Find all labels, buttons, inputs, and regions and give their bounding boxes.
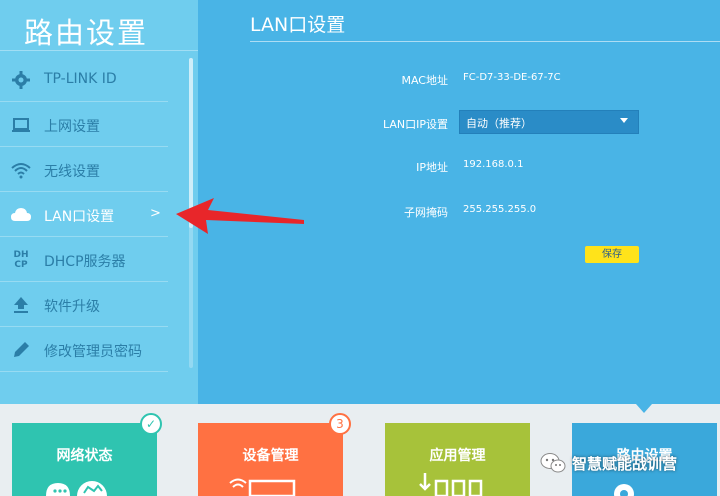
sidebar-item-label: DHCP服务器 bbox=[44, 254, 126, 270]
tile-label: 应用管理 bbox=[429, 448, 486, 464]
sidebar-item-upgrade[interactable]: 软件升级 bbox=[0, 283, 168, 327]
chevron-down-icon bbox=[620, 118, 628, 123]
red-arrow-annotation bbox=[176, 198, 304, 234]
sidebar-item-internet[interactable]: 上网设置 bbox=[0, 103, 168, 147]
device-count-badge: 3 bbox=[329, 413, 351, 435]
sidebar-item-label: TP-LINK ID bbox=[44, 71, 117, 87]
sidebar-item-password[interactable]: 修改管理员密码 bbox=[0, 328, 168, 372]
sidebar: 路由设置 TP-LINK ID 上网设置 无线设置 LAN口设置 > DH CP… bbox=[0, 0, 198, 404]
upload-icon bbox=[10, 294, 32, 316]
check-icon: ✓ bbox=[140, 413, 162, 435]
watermark-text: 智慧赋能战训营 bbox=[572, 454, 678, 473]
ip-value: 192.168.0.1 bbox=[463, 159, 524, 170]
cloud-icon bbox=[10, 204, 32, 226]
dhcp-icon-text: DH CP bbox=[13, 250, 29, 270]
sidebar-item-label: 上网设置 bbox=[44, 119, 100, 135]
save-button[interactable]: 保存 bbox=[585, 246, 639, 263]
dhcp-icon: DH CP bbox=[10, 249, 32, 271]
sidebar-item-dhcp[interactable]: DH CP DHCP服务器 bbox=[0, 238, 168, 282]
sidebar-item-label: LAN口设置 bbox=[44, 209, 115, 225]
sidebar-item-label: 无线设置 bbox=[44, 164, 100, 180]
gear-icon bbox=[10, 69, 32, 91]
sidebar-item-wireless[interactable]: 无线设置 bbox=[0, 148, 168, 192]
sidebar-item-lan[interactable]: LAN口设置 > bbox=[0, 193, 168, 237]
app-management-icon bbox=[419, 473, 483, 496]
chevron-right-icon: > bbox=[150, 206, 161, 221]
active-tile-pointer bbox=[636, 404, 652, 413]
sidebar-title: 路由设置 bbox=[24, 16, 149, 50]
wechat-icon bbox=[540, 453, 566, 473]
tile-label: 设备管理 bbox=[242, 448, 299, 464]
network-status-icon bbox=[46, 481, 107, 496]
watermark: 智慧赋能战训营 bbox=[540, 450, 677, 476]
sidebar-item-label: 软件升级 bbox=[44, 299, 100, 315]
tile-app-management[interactable]: 应用管理 bbox=[385, 423, 530, 496]
tile-device-management[interactable]: 设备管理 bbox=[198, 423, 343, 496]
lan-ip-label: LAN口IP设置 bbox=[382, 118, 448, 131]
sidebar-item-tplink-id[interactable]: TP-LINK ID bbox=[0, 58, 168, 102]
sidebar-item-label: 修改管理员密码 bbox=[44, 344, 142, 360]
tile-label: 网络状态 bbox=[56, 448, 113, 464]
subnet-mask-value: 255.255.255.0 bbox=[463, 204, 537, 215]
device-management-icon bbox=[229, 478, 296, 496]
lan-ip-selected-value: 自动（推荐） bbox=[466, 117, 532, 130]
wifi-icon bbox=[10, 159, 32, 181]
tile-network-status[interactable]: 网络状态 bbox=[12, 423, 157, 496]
mac-label: MAC地址 bbox=[401, 74, 448, 87]
title-divider bbox=[250, 41, 720, 42]
sidebar-divider bbox=[0, 50, 198, 51]
pencil-icon bbox=[10, 339, 32, 361]
lan-ip-select[interactable]: 自动（推荐） bbox=[459, 110, 639, 134]
ip-label: IP地址 bbox=[416, 161, 448, 174]
mac-value: FC-D7-33-DE-67-7C bbox=[463, 72, 561, 83]
laptop-icon bbox=[10, 114, 32, 136]
page-title: LAN口设置 bbox=[250, 14, 346, 36]
